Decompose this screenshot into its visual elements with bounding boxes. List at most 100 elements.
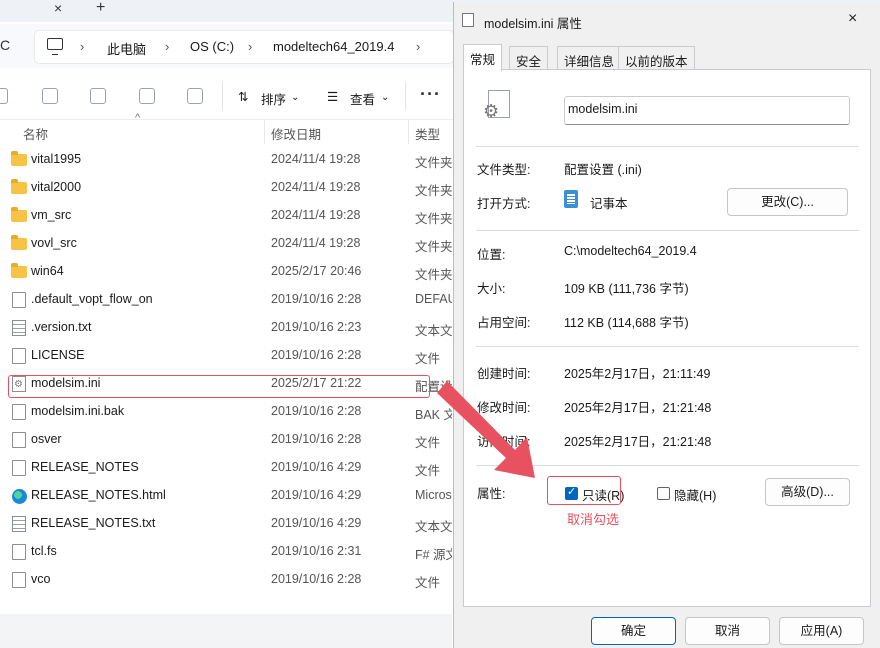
- file-row[interactable]: vital2000 2024/11/4 19:28 文件夹: [0, 174, 452, 202]
- breadcrumb-os-c[interactable]: OS (C:): [190, 39, 234, 54]
- file-name: vco: [31, 572, 51, 586]
- chevron-down-icon: ⌄: [381, 92, 390, 103]
- ok-button[interactable]: 确定: [591, 617, 676, 645]
- highlight-box-modelsim-ini: [8, 375, 430, 398]
- file-type: 文件夹: [415, 240, 452, 254]
- copy-icon[interactable]: [42, 88, 58, 104]
- cut-icon[interactable]: [0, 88, 8, 104]
- cancel-button[interactable]: 取消: [685, 617, 770, 645]
- divider: [476, 346, 859, 347]
- close-tab-icon[interactable]: ×: [54, 0, 62, 16]
- new-tab-icon[interactable]: +: [96, 0, 105, 17]
- file-type: 文件: [415, 464, 441, 478]
- file-name: tcl.fs: [31, 544, 57, 558]
- file-date: 2019/10/16 4:29: [271, 460, 362, 474]
- file-type: BAK 文件: [415, 408, 452, 422]
- hidden-checkbox[interactable]: [657, 487, 670, 500]
- divider: [476, 146, 859, 147]
- file-row[interactable]: RELEASE_NOTES.txt 2019/10/16 4:29 文本文档: [0, 510, 452, 538]
- breadcrumb-this-pc[interactable]: 此电脑: [107, 39, 146, 58]
- share-icon[interactable]: [139, 88, 155, 104]
- modified-value: 2025年2月17日，21:21:48: [564, 401, 712, 415]
- column-header-type[interactable]: 类型: [415, 124, 440, 143]
- folder-icon: [11, 207, 27, 222]
- file-icon: [12, 432, 26, 448]
- file-name: .default_vopt_flow_on: [31, 292, 153, 306]
- tab-details[interactable]: 详细信息: [557, 46, 622, 70]
- advanced-button[interactable]: 高级(D)...: [765, 478, 850, 506]
- apply-button[interactable]: 应用(A): [779, 617, 864, 645]
- file-date: 2019/10/16 2:23: [271, 320, 362, 334]
- view-button[interactable]: 查看: [350, 89, 375, 108]
- file-date: 2024/11/4 19:28: [271, 236, 361, 250]
- sort-button[interactable]: 排序: [261, 89, 286, 108]
- created-label: 创建时间:: [477, 367, 531, 381]
- ini-file-icon: [462, 13, 474, 27]
- dialog-title: modelsim.ini 属性: [484, 17, 582, 31]
- sort-icon: ⇅: [238, 90, 249, 104]
- tab-general[interactable]: 常规: [463, 44, 503, 71]
- file-type: 文件夹: [415, 212, 452, 226]
- close-icon[interactable]: ×: [848, 10, 857, 28]
- column-divider[interactable]: [264, 120, 265, 144]
- file-row[interactable]: vco 2019/10/16 2:28 文件: [0, 566, 452, 594]
- hidden-label[interactable]: 隐藏(H): [674, 485, 716, 504]
- column-header-date[interactable]: 修改日期: [271, 124, 321, 143]
- file-row[interactable]: modelsim.ini.bak 2019/10/16 2:28 BAK 文件: [0, 398, 452, 426]
- size-on-disk-label: 占用空间:: [477, 316, 531, 330]
- tab-security[interactable]: 安全: [509, 46, 549, 70]
- file-type: 文件: [415, 352, 441, 366]
- file-type: F# 源文件: [415, 548, 452, 562]
- file-name: modelsim.ini.bak: [31, 404, 125, 418]
- file-name: RELEASE_NOTES.txt: [31, 516, 156, 530]
- rename-icon[interactable]: [90, 88, 106, 104]
- refresh-icon[interactable]: C: [0, 37, 10, 53]
- chevron-right-icon[interactable]: ›: [416, 39, 420, 54]
- file-date: 2024/11/4 19:28: [271, 208, 361, 222]
- file-row[interactable]: vital1995 2024/11/4 19:28 文件夹: [0, 146, 452, 174]
- location-label: 位置:: [477, 248, 506, 262]
- sort-ascending-icon: ^: [135, 112, 141, 124]
- file-icon: [12, 292, 26, 308]
- file-row[interactable]: osver 2019/10/16 2:28 文件: [0, 426, 452, 454]
- horizontal-scrollbar[interactable]: [0, 614, 452, 648]
- text-file-icon: [12, 320, 26, 336]
- folder-icon: [11, 235, 27, 250]
- created-value: 2025年2月17日，21:11:49: [564, 367, 711, 381]
- folder-icon: [11, 263, 27, 278]
- filename-field[interactable]: modelsim.ini: [564, 96, 850, 125]
- file-name: LICENSE: [31, 348, 85, 362]
- file-name: vm_src: [31, 208, 72, 222]
- file-row[interactable]: vovl_src 2024/11/4 19:28 文件夹: [0, 230, 452, 258]
- highlight-box-readonly: [547, 476, 621, 505]
- file-row[interactable]: RELEASE_NOTES 2019/10/16 4:29 文件: [0, 454, 452, 482]
- file-type: 文件: [415, 436, 441, 450]
- column-divider[interactable]: [408, 120, 409, 144]
- file-date: 2019/10/16 2:28: [271, 572, 362, 586]
- file-date: 2019/10/16 2:28: [271, 404, 362, 418]
- chevron-right-icon: ›: [248, 39, 253, 54]
- breadcrumb-modeltech[interactable]: modeltech64_2019.4: [273, 39, 394, 54]
- file-name: win64: [31, 264, 64, 278]
- file-type: DEFAULT: [415, 292, 452, 306]
- file-row[interactable]: LICENSE 2019/10/16 2:28 文件: [0, 342, 452, 370]
- tab-previous-versions[interactable]: 以前的版本: [618, 46, 695, 70]
- file-row[interactable]: vm_src 2024/11/4 19:28 文件夹: [0, 202, 452, 230]
- file-row[interactable]: .version.txt 2019/10/16 2:23 文本文档: [0, 314, 452, 342]
- column-header-name[interactable]: 名称: [23, 124, 48, 143]
- file-row[interactable]: tcl.fs 2019/10/16 2:31 F# 源文件: [0, 538, 452, 566]
- change-button[interactable]: 更改(C)...: [727, 188, 848, 216]
- file-row[interactable]: .default_vopt_flow_on 2019/10/16 2:28 DEFA…: [0, 286, 452, 314]
- ini-file-large-icon: [483, 90, 510, 122]
- folder-icon: [11, 151, 27, 166]
- file-icon: [12, 544, 26, 560]
- size-value: 109 KB (111,736 字节): [564, 282, 689, 296]
- file-row[interactable]: win64 2025/2/17 20:46 文件夹: [0, 258, 452, 286]
- more-options-icon[interactable]: ···: [420, 84, 441, 105]
- file-type-value: 配置设置 (.ini): [564, 163, 642, 177]
- delete-icon[interactable]: [187, 88, 203, 104]
- file-row[interactable]: RELEASE_NOTES.html 2019/10/16 4:29 Microso…: [0, 482, 452, 510]
- file-date: 2025/2/17 20:46: [271, 264, 362, 278]
- size-on-disk-value: 112 KB (114,688 字节): [564, 316, 689, 330]
- divider: [476, 465, 859, 466]
